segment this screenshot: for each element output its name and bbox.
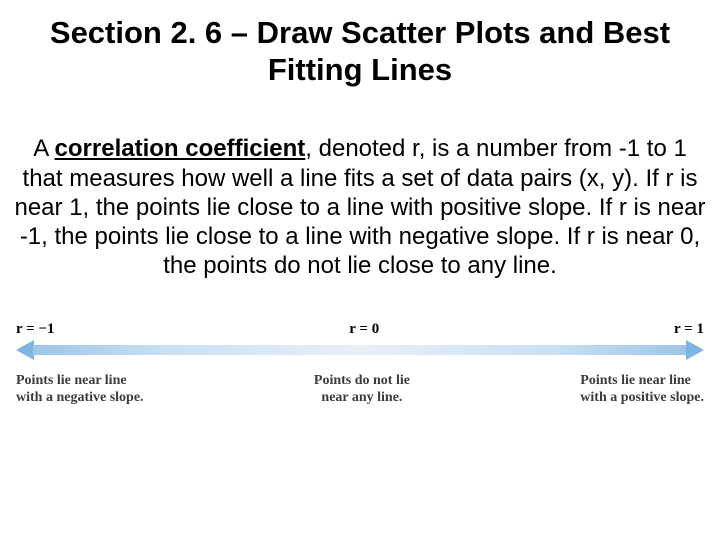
caption-line: Points do not lie xyxy=(314,373,410,388)
arrow-right-icon xyxy=(686,340,704,360)
caption-line: with a positive slope. xyxy=(580,390,704,405)
arrow-left-icon xyxy=(16,340,34,360)
gradient-arrow xyxy=(10,340,710,360)
caption-positive-slope: Points lie near line with a positive slo… xyxy=(580,372,704,407)
correlation-diagram: r = −1 r = 0 r = 1 Points lie near line … xyxy=(10,321,710,407)
gradient-bar xyxy=(33,345,687,355)
label-r-0: r = 0 xyxy=(349,321,379,338)
caption-line: Points lie near line xyxy=(16,373,127,388)
caption-line: Points lie near line xyxy=(580,373,691,388)
term-correlation-coefficient: correlation coefficient xyxy=(55,135,306,162)
lead-text: A xyxy=(33,135,54,162)
label-r-neg1: r = −1 xyxy=(16,321,54,338)
caption-line: with a negative slope. xyxy=(16,390,144,405)
caption-line: near any line. xyxy=(321,390,402,405)
definition-paragraph: A correlation coefficient, denoted r, is… xyxy=(10,134,710,280)
caption-no-line: Points do not lie near any line. xyxy=(314,372,410,407)
page-title: Section 2. 6 – Draw Scatter Plots and Be… xyxy=(10,14,710,88)
label-r-pos1: r = 1 xyxy=(674,321,704,338)
caption-negative-slope: Points lie near line with a negative slo… xyxy=(16,372,144,407)
